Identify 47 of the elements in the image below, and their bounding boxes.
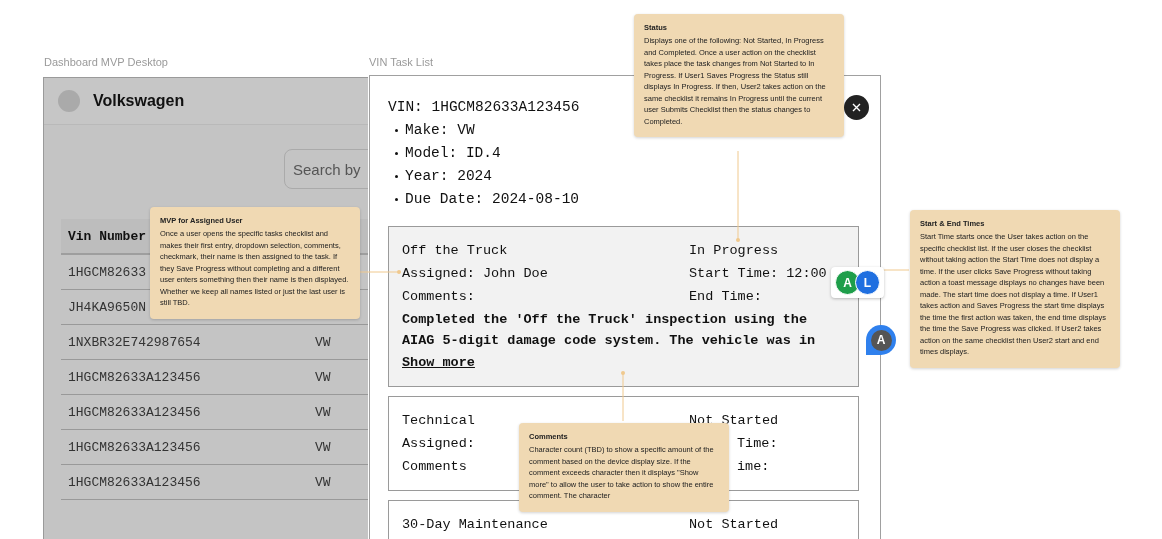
time-label: Time: xyxy=(737,435,778,453)
bullet-icon xyxy=(395,175,398,178)
table-cell: 1HGCM82633 xyxy=(68,264,146,280)
task-name: Technical xyxy=(402,412,475,430)
bullet-icon xyxy=(395,129,398,132)
frame-label: Dashboard MVP Desktop xyxy=(44,56,168,68)
task-name: Off the Truck xyxy=(402,242,508,260)
time-label: ime: xyxy=(737,458,770,476)
assigned-label: Assigned: xyxy=(402,435,475,453)
time-label: End Time: xyxy=(689,288,762,306)
table-cell: 1HGCM82633A123456 xyxy=(68,369,201,385)
table-cell: VW xyxy=(315,439,331,455)
table-cell: JH4KA9650N xyxy=(68,299,146,315)
comment-pin[interactable]: A xyxy=(866,325,896,355)
vin-heading: VIN: 1HGCM82633A123456 xyxy=(388,98,580,117)
vehicle-detail: Year: 2024 xyxy=(405,167,492,186)
table-cell: VW xyxy=(315,404,331,420)
table-cell: 1HGCM82633A123456 xyxy=(68,439,201,455)
vehicle-detail: Due Date: 2024-08-10 xyxy=(405,190,580,209)
table-cell: VW xyxy=(315,334,331,350)
comments-label: Comments xyxy=(402,458,467,476)
close-icon xyxy=(852,103,861,112)
table-cell: 1HGCM82633A123456 xyxy=(68,404,201,420)
vehicle-detail: Model: ID.4 xyxy=(405,144,501,163)
user-avatar[interactable]: L xyxy=(855,270,880,295)
comment-text: Completed the 'Off the Truck' inspection using the AIAG 5-digit damage code system. The vehicle was in xyxy=(402,311,817,350)
table-cell: VW xyxy=(315,474,331,490)
frame-label: VIN Task List xyxy=(369,56,433,68)
leader-line xyxy=(621,371,625,422)
table-cell: VW xyxy=(315,369,331,385)
bullet-icon xyxy=(395,198,398,201)
comments-label: Comments: xyxy=(402,288,475,306)
close-button[interactable] xyxy=(844,95,869,120)
vehicle-detail: Make: VW xyxy=(405,121,475,140)
brand-name: Volkswagen xyxy=(93,92,185,110)
assigned-label: Assigned: John Doe xyxy=(402,265,548,283)
table-cell: 1HGCM82633A123456 xyxy=(68,474,201,490)
logo-icon xyxy=(58,90,80,112)
leader-line xyxy=(357,270,401,274)
task-status: In Progress xyxy=(689,242,779,260)
bullet-icon xyxy=(395,152,398,155)
time-label: Start Time: 12:00 xyxy=(689,265,827,283)
task-name: 30-Day Maintenance xyxy=(402,516,548,534)
search-field[interactable]: Search by xyxy=(284,149,368,189)
table-cell: 1NXBR32E742987654 xyxy=(68,334,201,350)
task-status: Not Started xyxy=(689,516,779,534)
show-more-link[interactable]: Show more xyxy=(402,352,475,373)
